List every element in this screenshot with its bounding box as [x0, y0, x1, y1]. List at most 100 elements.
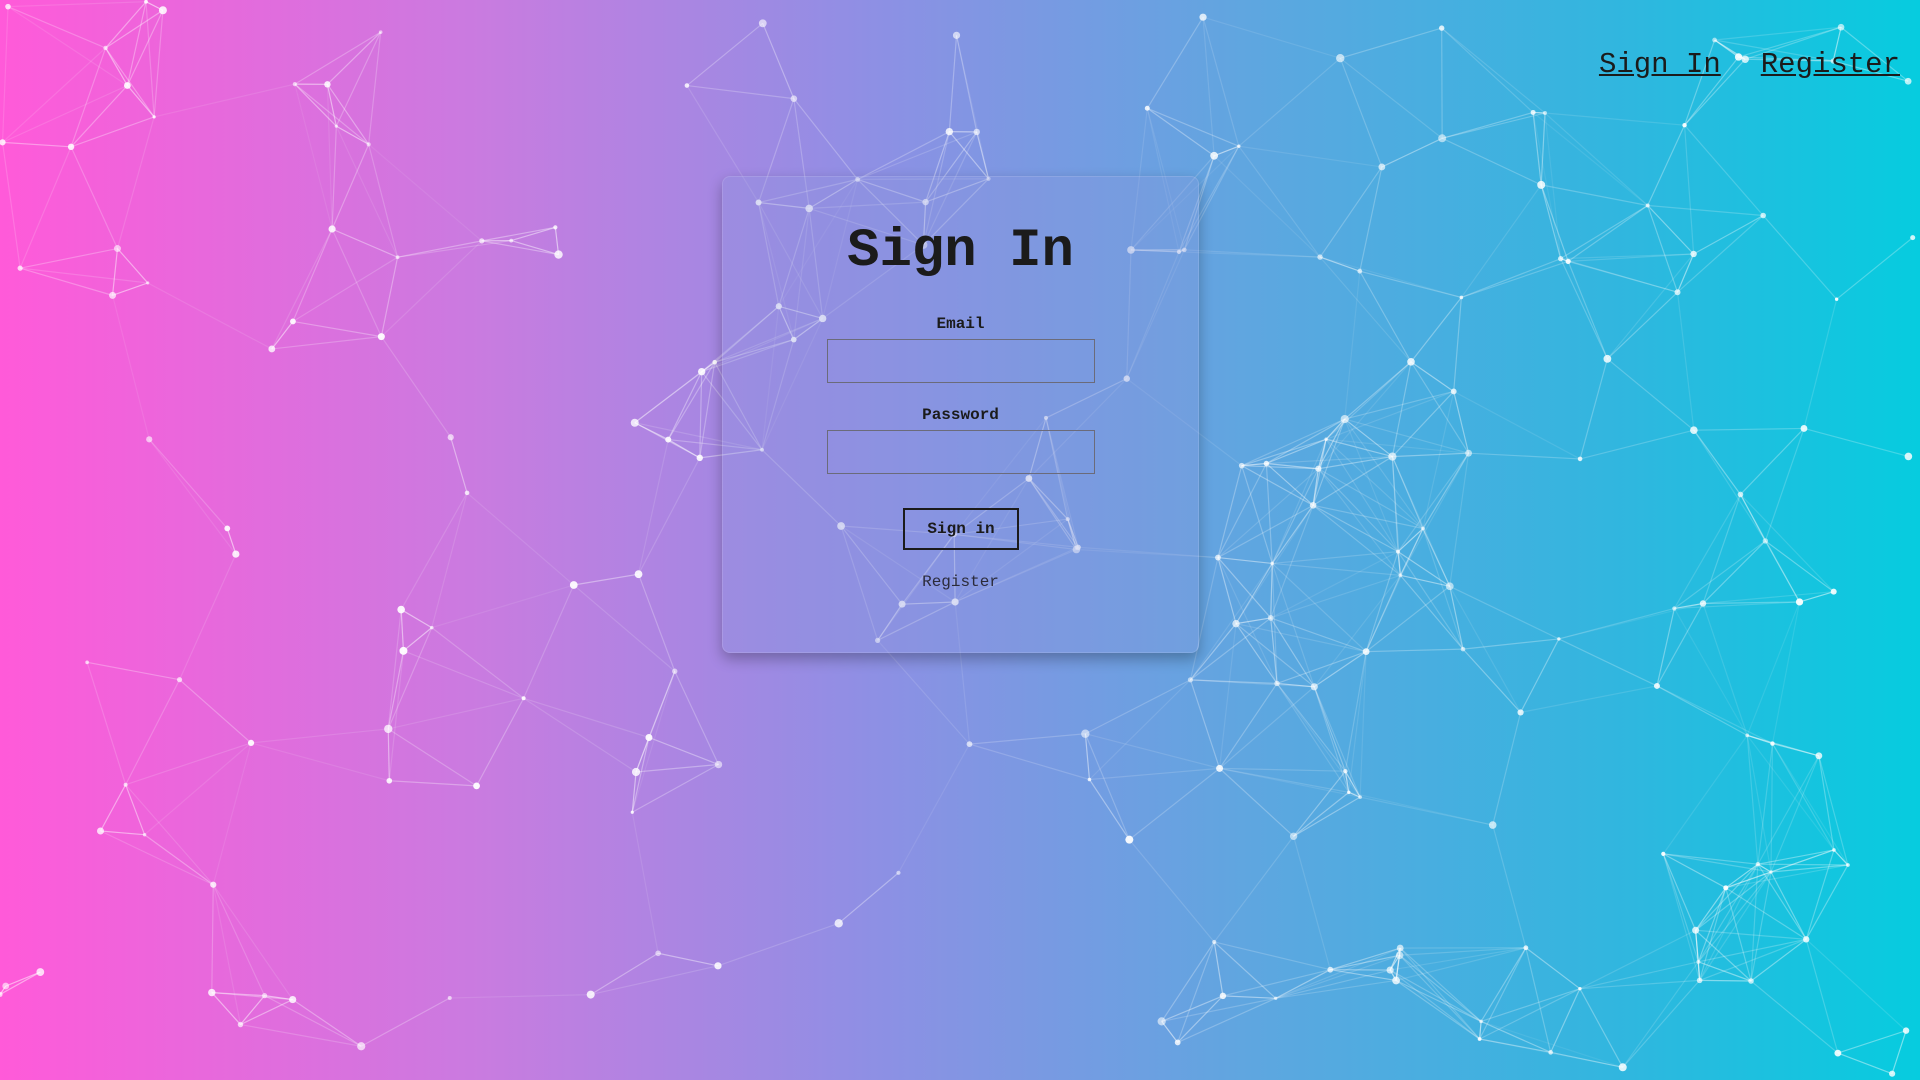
network-line	[762, 23, 795, 99]
network-line	[1453, 297, 1462, 392]
network-node	[1157, 1017, 1166, 1026]
network-line	[360, 997, 451, 1047]
network-line	[1271, 563, 1315, 687]
network-node	[384, 724, 393, 734]
network-line	[1213, 155, 1321, 258]
network-node	[1910, 235, 1916, 241]
network-node	[509, 238, 514, 243]
network-line	[1359, 270, 1412, 363]
network-node	[479, 238, 485, 244]
network-line	[1770, 743, 1774, 873]
network-node	[1653, 682, 1660, 689]
network-line	[1238, 57, 1341, 147]
network-line	[1606, 253, 1695, 360]
network-node	[1542, 111, 1547, 116]
network-node	[67, 143, 75, 151]
network-line	[117, 248, 149, 284]
network-line	[1235, 617, 1271, 625]
email-field[interactable]	[827, 339, 1095, 383]
network-line	[1128, 767, 1220, 841]
network-line	[70, 116, 155, 148]
network-node	[1174, 1039, 1181, 1046]
network-line	[466, 492, 575, 586]
network-line	[99, 784, 127, 832]
network-line	[1693, 427, 1804, 431]
network-line	[1235, 504, 1314, 624]
network-node	[712, 359, 718, 365]
network-node	[1755, 861, 1761, 867]
network-node	[210, 881, 217, 888]
password-field[interactable]	[827, 430, 1095, 474]
network-line	[400, 609, 405, 651]
network-line	[1348, 791, 1493, 826]
network-line	[400, 492, 468, 610]
network-line	[523, 584, 575, 699]
network-line	[1725, 849, 1835, 889]
top-nav: Sign In Register	[1599, 48, 1900, 81]
network-node	[1274, 680, 1280, 687]
network-line	[897, 743, 971, 874]
network-line	[1558, 638, 1658, 687]
network-node	[1324, 437, 1328, 441]
network-node	[142, 833, 147, 837]
network-node	[1216, 764, 1224, 772]
network-node	[109, 291, 117, 299]
network-line	[1567, 261, 1608, 360]
network-line	[19, 146, 72, 269]
network-line	[20, 267, 148, 284]
network-line	[1683, 125, 1695, 255]
network-line	[105, 47, 155, 118]
network-node	[1578, 986, 1582, 991]
network-line	[1662, 853, 1701, 981]
network-line	[431, 584, 574, 629]
network-node	[1270, 561, 1275, 566]
network-line	[1422, 528, 1464, 650]
network-line	[1676, 292, 1695, 431]
network-node	[1267, 615, 1274, 621]
nav-sign-in-link[interactable]: Sign In	[1599, 48, 1721, 81]
network-node	[1144, 105, 1150, 111]
network-line	[1399, 947, 1482, 1022]
nav-register-link[interactable]: Register	[1761, 48, 1900, 81]
network-node	[1577, 456, 1583, 462]
network-line	[1177, 995, 1224, 1043]
network-line	[1219, 767, 1349, 793]
network-line	[969, 743, 1090, 781]
network-line	[212, 884, 242, 1025]
network-line	[1365, 551, 1399, 652]
network-line	[1089, 767, 1220, 781]
network-line	[1606, 358, 1695, 431]
network-line	[1441, 137, 1542, 186]
network-line	[1161, 997, 1276, 1022]
network-line	[1, 142, 21, 269]
network-node	[1558, 256, 1564, 262]
network-node	[696, 454, 703, 462]
network-line	[1189, 679, 1221, 769]
network-node	[1445, 582, 1454, 591]
network-line	[657, 952, 719, 967]
network-node	[1477, 1037, 1482, 1041]
network-line	[1235, 623, 1278, 684]
network-line	[948, 35, 958, 132]
network-node	[554, 250, 563, 259]
network-line	[1663, 853, 1758, 865]
network-line	[1177, 997, 1276, 1044]
network-node	[1745, 733, 1750, 738]
network-node	[1800, 425, 1808, 432]
network-line	[1312, 418, 1346, 506]
sign-in-button[interactable]: Sign in	[903, 508, 1019, 550]
network-line	[1702, 540, 1766, 604]
page-title: Sign In	[847, 221, 1074, 282]
network-line	[1520, 638, 1560, 713]
network-node	[377, 333, 385, 341]
network-node	[429, 625, 434, 630]
network-line	[717, 922, 839, 967]
network-line	[211, 884, 214, 993]
register-link[interactable]: Register	[723, 573, 1198, 591]
network-line	[1647, 124, 1686, 206]
network-node	[1661, 851, 1666, 856]
network-node	[17, 265, 23, 271]
network-node	[645, 733, 653, 741]
network-line	[125, 784, 146, 835]
network-line	[1662, 853, 1697, 931]
